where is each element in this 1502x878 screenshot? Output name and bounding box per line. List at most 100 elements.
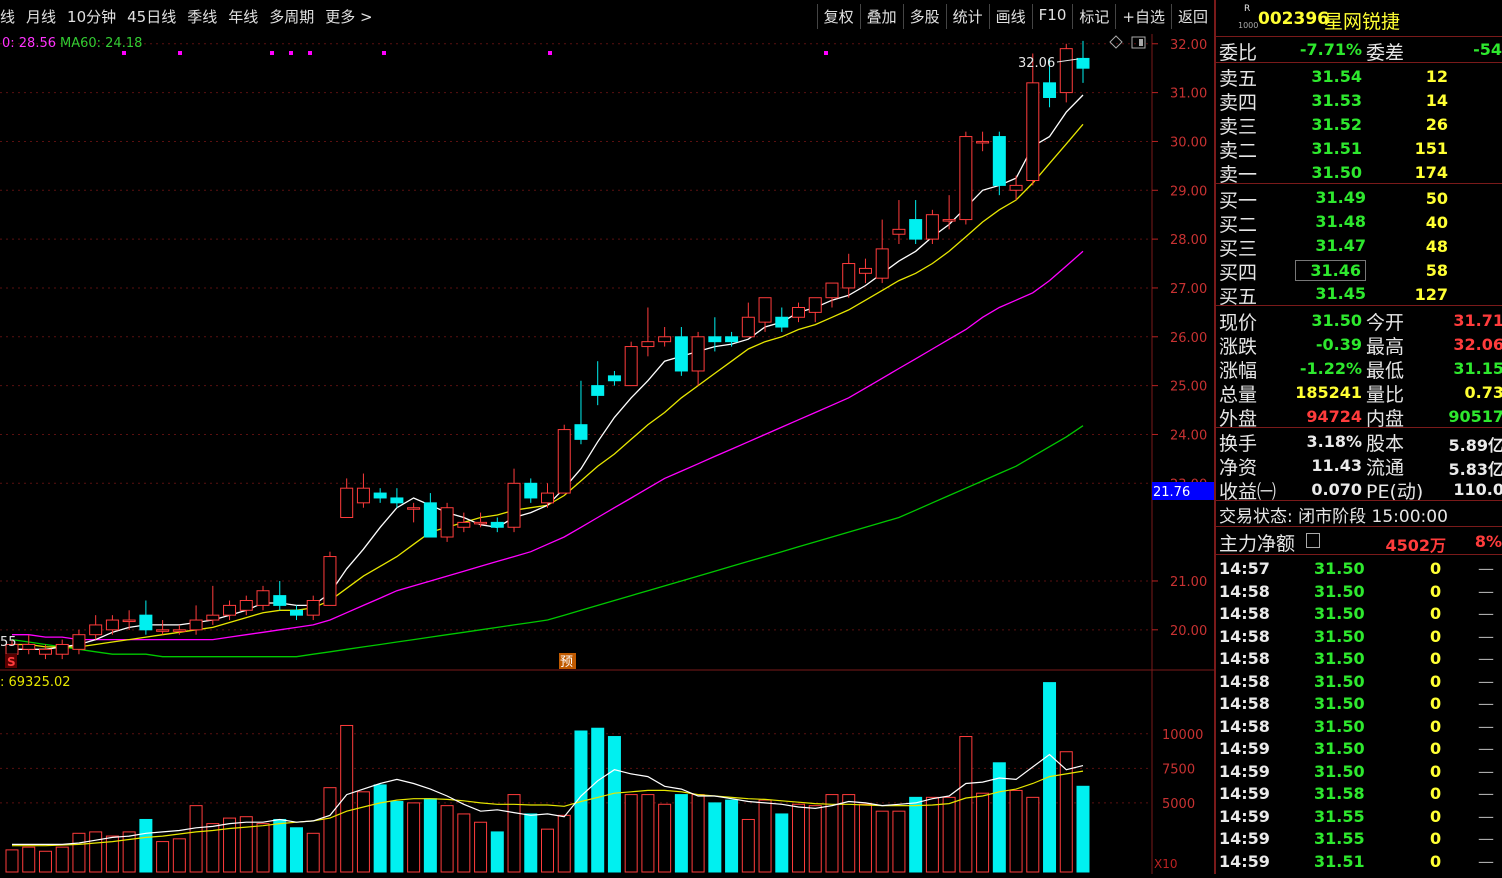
multi-stock-button[interactable]: 多股 — [902, 4, 946, 29]
adjust-button[interactable]: 复权 — [816, 4, 860, 29]
tick-row: 14:58 31.50 0 — — [1216, 717, 1502, 739]
tick-volume: 0 — [1430, 806, 1442, 826]
main-flow-row: 主力净额 4502万 8% — [1216, 529, 1502, 555]
stat-label-2: 最高 — [1366, 336, 1405, 358]
tick-direction: — — [1478, 604, 1494, 623]
volume-bar — [959, 736, 973, 873]
candle-body — [223, 604, 237, 616]
volume-bar — [490, 831, 504, 873]
tick-volume: 0 — [1430, 851, 1442, 871]
tab-period-0[interactable]: 线 — [0, 6, 15, 27]
tick-direction: — — [1478, 559, 1494, 578]
bid-price: 31.45 — [1315, 284, 1366, 303]
candle-body — [373, 492, 387, 499]
candle-body — [273, 595, 287, 606]
stat2-row: 换手 3.18% 股本 5.89亿 — [1216, 429, 1502, 455]
tab-quarterly[interactable]: 季线 — [187, 6, 217, 27]
tick-direction: — — [1478, 649, 1494, 668]
candle-body — [38, 648, 52, 655]
volume-bar — [875, 810, 889, 873]
add-watchlist-button[interactable]: +自选 — [1115, 4, 1171, 29]
tick-volume: 0 — [1430, 694, 1442, 713]
volume-bar — [172, 838, 186, 873]
stat-row: 涨幅 -1.22% 最低 31.15 — [1216, 356, 1502, 382]
volume-bar — [591, 727, 605, 873]
tick-price: 31.58 — [1314, 784, 1365, 803]
candle-body — [541, 492, 554, 504]
tick-price: 31.50 — [1314, 626, 1365, 646]
tick-row: 14:58 31.50 0 — — [1216, 627, 1502, 649]
volume-bar — [356, 791, 370, 873]
candles — [5, 40, 1090, 660]
divider — [1216, 36, 1502, 37]
volume-bar — [373, 784, 387, 873]
volume-bar — [22, 846, 36, 873]
tick-time: 14:58 — [1219, 716, 1270, 736]
price-tick-label: 26.00 — [1170, 331, 1207, 346]
list-icon[interactable] — [1306, 533, 1320, 548]
tick-direction: — — [1478, 581, 1494, 601]
tab-yearly[interactable]: 年线 — [228, 6, 258, 27]
mark-button[interactable]: 标记 — [1072, 4, 1115, 29]
tick-row: 14:59 31.58 0 — — [1216, 784, 1502, 806]
badge-1000: 1000 — [1238, 21, 1259, 30]
candle-body — [55, 643, 69, 655]
toolbar-actions: 复权 叠加 多股 统计 画线 F10 标记 +自选 返回 — [816, 4, 1214, 29]
volume-bar — [223, 817, 237, 873]
volume-bar — [440, 805, 454, 873]
divider — [1216, 500, 1502, 501]
window-icon[interactable] — [1131, 36, 1146, 49]
tab-more[interactable]: 更多 > — [325, 6, 372, 27]
candle-body — [206, 614, 220, 621]
volume-bar — [775, 813, 789, 873]
tab-10min[interactable]: 10分钟 — [67, 6, 116, 27]
overlay-button[interactable]: 叠加 — [859, 4, 903, 29]
ask-volume: 14 — [1425, 91, 1448, 110]
stat2-row: 净资 11.43 流通 5.83亿 — [1216, 453, 1502, 479]
volume-bar — [541, 828, 554, 873]
ask-volume: 174 — [1414, 163, 1448, 182]
chart-toolbar: 线 月线 10分钟 45日线 季线 年线 多周期 更多 > 复权 叠加 多股 统… — [0, 0, 1214, 34]
candle-body — [289, 609, 303, 616]
kline-chart[interactable]: 32.00 31.00 30.00 29.00 28.00 27.00 26.00 25.00… — [0, 34, 1214, 874]
tick-time: 14:59 — [1219, 851, 1270, 871]
draw-line-button[interactable]: 画线 — [988, 4, 1032, 29]
divider — [1216, 427, 1502, 428]
volume-bar — [741, 818, 755, 873]
tab-multi-period[interactable]: 多周期 — [269, 6, 314, 27]
stat2-label: 换手 — [1219, 433, 1258, 455]
price-axis: 32.00 31.00 30.00 29.00 28.00 27.00 26.00 25.00… — [1152, 38, 1207, 639]
trade-status: 交易状态: 闭市阶段 15:00:00 — [1219, 507, 1448, 527]
signal-mark — [382, 51, 386, 55]
candle-body — [858, 267, 872, 274]
volume-bar — [323, 787, 337, 873]
kline-svg[interactable]: 32.00 31.00 30.00 29.00 28.00 27.00 26.00 25.00… — [0, 34, 1214, 874]
bid-volume: 58 — [1425, 261, 1448, 280]
weibi-label: 委比 — [1219, 42, 1258, 64]
candle-body — [490, 521, 504, 528]
volume-bar — [758, 799, 772, 873]
candle-body — [557, 429, 571, 494]
tab-monthly[interactable]: 月线 — [26, 6, 56, 27]
ask-label: 卖三 — [1219, 116, 1258, 138]
candle-body — [105, 619, 119, 631]
diamond-icon[interactable] — [1109, 35, 1123, 49]
stat-label: 总量 — [1219, 384, 1258, 406]
statistics-button[interactable]: 统计 — [945, 4, 989, 29]
stat2-value: 0.070 — [1311, 480, 1362, 499]
candle-body — [875, 248, 889, 279]
tick-volume: 0 — [1430, 559, 1442, 578]
candle-body — [775, 316, 789, 328]
vol-scale-label: X10 — [1154, 857, 1178, 871]
candle-body — [1043, 82, 1057, 98]
tick-volume: 0 — [1430, 626, 1442, 646]
back-button[interactable]: 返回 — [1170, 4, 1214, 29]
volume-bar — [122, 831, 136, 873]
tab-45day[interactable]: 45日线 — [127, 6, 176, 27]
tick-time: 14:59 — [1219, 761, 1270, 781]
tick-row: 14:59 31.55 0 — — [1216, 829, 1502, 851]
stat-value-2: 31.71 — [1453, 311, 1502, 330]
tick-price: 31.50 — [1314, 581, 1365, 601]
signal-mark — [548, 51, 552, 55]
f10-button[interactable]: F10 — [1031, 4, 1073, 29]
